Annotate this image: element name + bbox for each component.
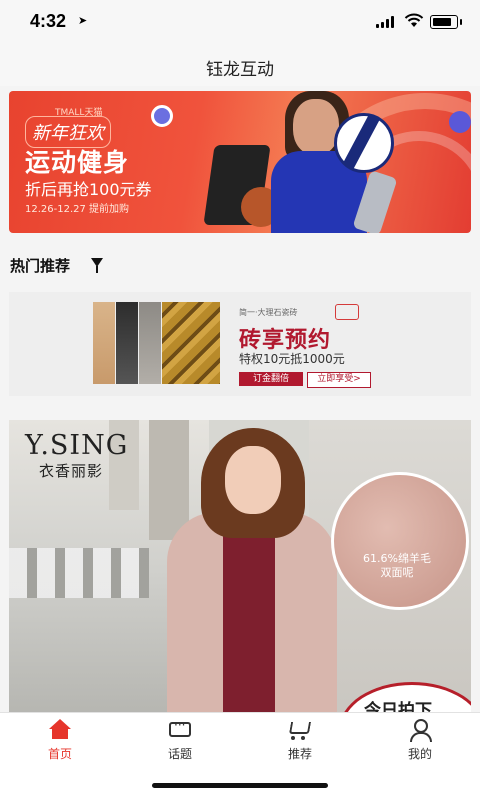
fabric-label: 61.6%绵羊毛 双面呢 — [341, 552, 453, 580]
cart-icon — [287, 719, 313, 743]
fabric-type: 双面呢 — [380, 566, 414, 579]
building-image — [149, 420, 189, 540]
fabric-swatch — [331, 472, 469, 610]
enjoy-now-button[interactable]: 立即享受> — [307, 372, 371, 388]
user-icon — [407, 719, 433, 743]
tab-home-label: 首页 — [47, 747, 72, 761]
promo-banner-tiles[interactable]: 简一·大理石瓷砖 砖享预约 特权10元抵1000元 订金翻倍 立即享受> — [9, 292, 471, 396]
location-arrow-icon: ➤ — [78, 14, 88, 27]
brand-tag: 简一·大理石瓷砖 — [239, 308, 298, 317]
tile-image — [116, 302, 138, 384]
home-indicator — [152, 783, 328, 788]
decor-planet-icon — [449, 111, 471, 133]
fabric-wool: 61.6%绵羊毛 — [363, 552, 431, 565]
dress-image — [223, 512, 275, 712]
nav-bar: 钰龙互动 — [0, 44, 480, 86]
tab-me[interactable]: 我的 — [360, 719, 480, 762]
today-label: 今日拍下 — [364, 701, 432, 712]
tab-recommend-label: 推荐 — [287, 747, 312, 761]
banner-dates: 12.26-12.27 提前加购 — [25, 204, 130, 215]
tab-topics-label: 话题 — [167, 747, 192, 761]
banner-subline: 折后再抢100元券 — [25, 180, 152, 199]
brand-logo-cn: 衣香丽影 — [39, 462, 104, 480]
cellular-signal-icon — [376, 16, 398, 28]
model-image — [293, 99, 339, 155]
promo-banner-fashion[interactable]: Y.SING 衣香丽影 61.6%绵羊毛 双面呢 今日拍下 — [9, 420, 471, 712]
status-bar: 4:32 ➤ — [0, 0, 480, 44]
filter-icon[interactable] — [91, 258, 103, 273]
status-time: 4:32 — [30, 11, 67, 31]
volleyball-image — [334, 113, 394, 173]
banner-subline: 特权10元抵1000元 — [239, 352, 345, 366]
event-badge-icon — [335, 304, 359, 320]
brand-logo: Y.SING — [25, 430, 129, 461]
tab-me-label: 我的 — [407, 747, 432, 761]
wifi-icon — [404, 13, 424, 27]
battery-icon — [430, 15, 462, 29]
decor-planet-icon — [151, 105, 173, 127]
promo-banner-sports[interactable]: TMALL天猫 新年狂欢 运动健身 折后再抢100元券 12.26-12.27 … — [9, 91, 471, 233]
tab-home[interactable]: 首页 — [0, 719, 120, 762]
banner-headline: 运动健身 — [25, 148, 130, 177]
tab-recommend[interactable]: 推荐 — [240, 719, 360, 762]
home-icon — [47, 719, 73, 743]
tile-image — [162, 302, 220, 384]
chat-icon — [167, 718, 193, 743]
tile-image — [93, 302, 115, 384]
deposit-double-button[interactable]: 订金翻倍 — [239, 372, 303, 386]
section-title-hot: 热门推荐 — [10, 257, 71, 275]
page-title: 钰龙互动 — [206, 60, 274, 80]
model-image — [225, 446, 281, 514]
tab-topics[interactable]: 话题 — [120, 718, 240, 762]
home-feed[interactable]: TMALL天猫 新年狂欢 运动健身 折后再抢100元券 12.26-12.27 … — [0, 86, 480, 712]
tile-image — [139, 302, 161, 384]
crosswalk-image — [9, 548, 149, 598]
